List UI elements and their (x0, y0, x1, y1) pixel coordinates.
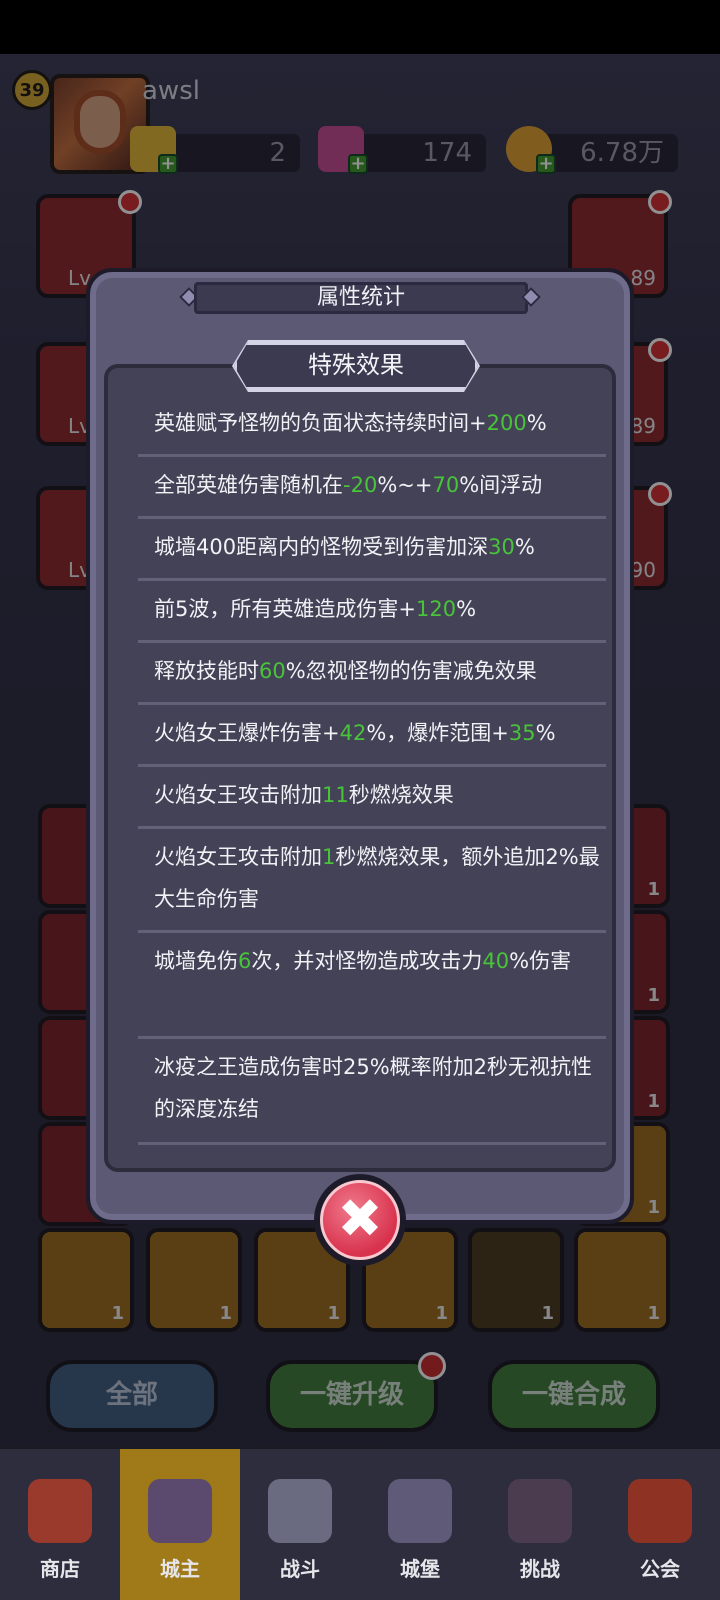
nav-label: 战斗 (280, 1557, 320, 1581)
divider (138, 702, 606, 705)
game-view: 39 awsl 2 + 174 + 6.78万 + Lv Lv Lv .89 .… (0, 54, 720, 1600)
divider (138, 764, 606, 767)
effect-item: 火焰女王爆炸伤害+42%，爆炸范围+35% (154, 721, 556, 745)
nav-label: 商店 (40, 1557, 80, 1581)
effect-item: 火焰女王攻击附加1秒燃烧效果，额外追加2%最大生命伤害 (154, 845, 600, 911)
effect-item: 火焰女王攻击附加11秒燃烧效果 (154, 783, 454, 807)
nav-tab-challenge[interactable]: 挑战 (480, 1449, 600, 1600)
guild-icon (628, 1479, 692, 1543)
castle-icon (388, 1479, 452, 1543)
effect-item: 全部英雄伤害随机在-20%~+70%间浮动 (154, 473, 543, 497)
effects-list-panel[interactable]: 英雄赋予怪物的负面状态持续时间+200% 全部英雄伤害随机在-20%~+70%间… (104, 364, 616, 1172)
divider (138, 454, 606, 457)
divider (138, 578, 606, 581)
divider (138, 1036, 606, 1039)
bottom-navigation: 商店 城主 战斗 城堡 挑战 公会 (0, 1446, 720, 1600)
attribute-stats-dialog: 属性统计 英雄赋予怪物的负面状态持续时间+200% 全部英雄伤害随机在-20%~… (86, 268, 634, 1224)
divider (138, 516, 606, 519)
effect-item: 英雄赋予怪物的负面状态持续时间+200% (154, 411, 547, 435)
divider (138, 930, 606, 933)
close-button[interactable]: ✖ (314, 1174, 406, 1266)
battle-icon (268, 1479, 332, 1543)
nav-label: 挑战 (520, 1557, 560, 1581)
nav-tab-shop[interactable]: 商店 (0, 1449, 120, 1600)
nav-tab-battle[interactable]: 战斗 (240, 1449, 360, 1600)
dialog-title: 属性统计 (194, 282, 528, 314)
effect-item: 城墙免伤6次，并对怪物造成攻击力40%伤害 (154, 949, 572, 973)
nav-tab-castle[interactable]: 城堡 (360, 1449, 480, 1600)
section-title: 特殊效果 (234, 342, 478, 390)
nav-tab-guild[interactable]: 公会 (600, 1449, 720, 1600)
lord-icon (148, 1479, 212, 1543)
challenge-icon (508, 1479, 572, 1543)
divider (138, 640, 606, 643)
divider (138, 1142, 606, 1145)
nav-label: 公会 (640, 1557, 680, 1581)
nav-tab-lord[interactable]: 城主 (120, 1449, 240, 1600)
divider (138, 826, 606, 829)
status-bar (0, 0, 720, 54)
nav-label: 城堡 (400, 1557, 440, 1581)
effect-item: 城墙400距离内的怪物受到伤害加深30% (154, 535, 535, 559)
effect-item: 释放技能时60%忽视怪物的伤害减免效果 (154, 659, 537, 683)
shop-icon (28, 1479, 92, 1543)
effect-item: 前5波，所有英雄造成伤害+120% (154, 597, 477, 621)
effect-item: 冰疫之王造成伤害时25%概率附加2秒无视抗性的深度冻结 (154, 1055, 593, 1121)
nav-label: 城主 (160, 1557, 200, 1581)
screen: 39 awsl 2 + 174 + 6.78万 + Lv Lv Lv .89 .… (0, 0, 720, 1600)
close-x-icon: ✖ (320, 1180, 400, 1260)
